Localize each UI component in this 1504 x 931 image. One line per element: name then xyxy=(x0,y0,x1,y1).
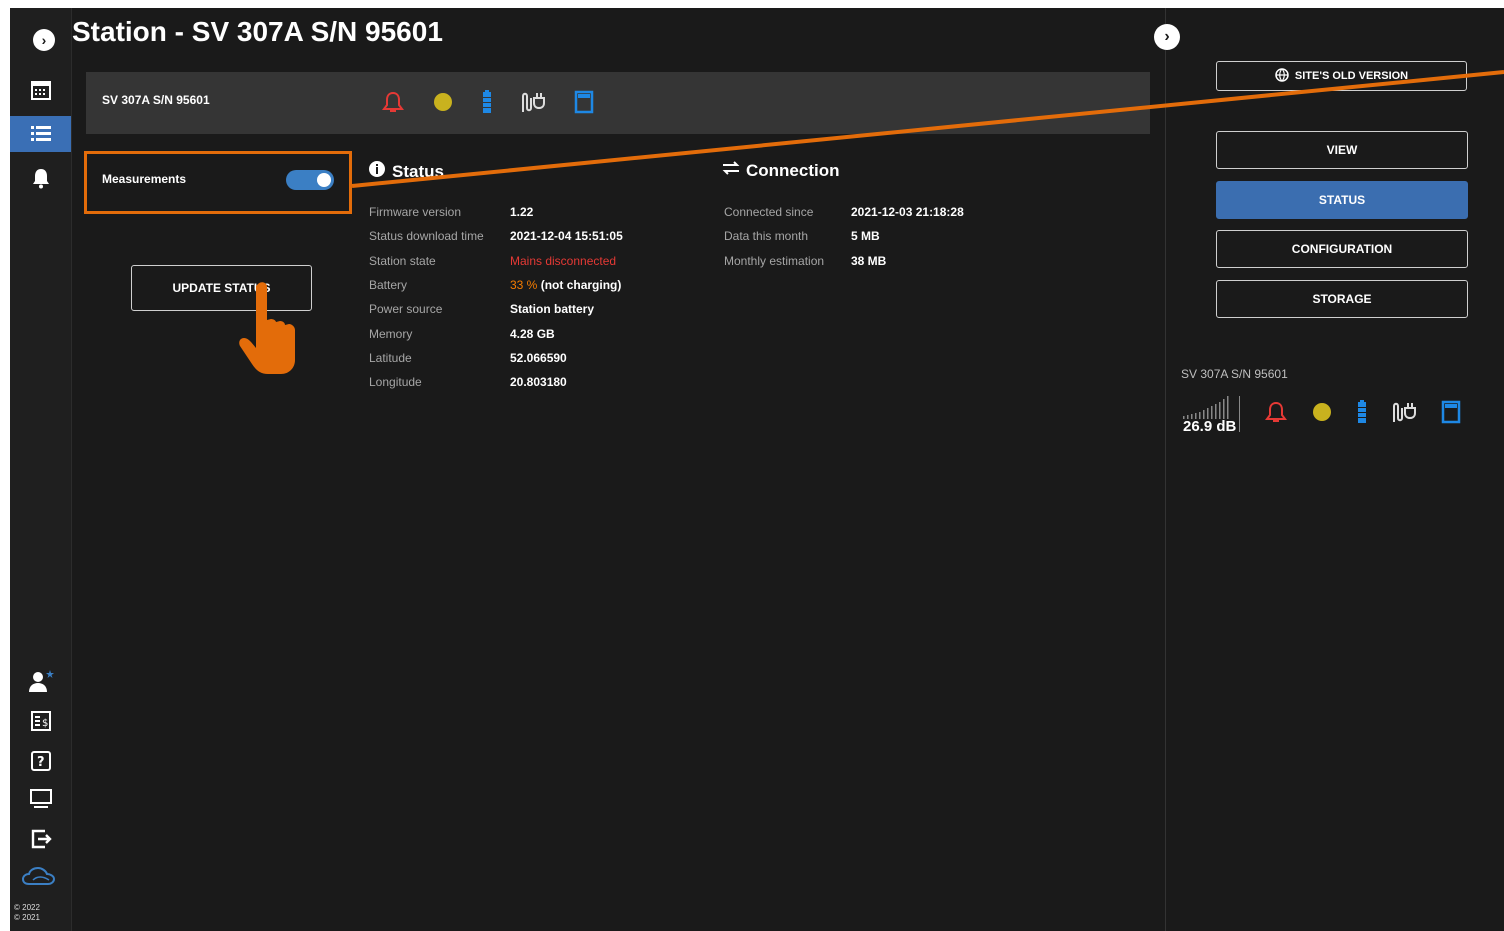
status-key: Latitude xyxy=(369,350,412,365)
battery-percent: 33 % xyxy=(510,278,538,293)
globe-icon xyxy=(1275,67,1289,85)
status-value: 4.28 GB xyxy=(510,326,555,341)
configuration-button[interactable]: CONFIGURATION xyxy=(1216,230,1468,268)
status-row: Station state Mains disconnected xyxy=(369,249,689,273)
station-name: SV 307A S/N 95601 xyxy=(102,93,210,107)
storage-button[interactable]: STORAGE xyxy=(1216,280,1468,318)
status-row: Battery 33 % (not charging) xyxy=(369,273,689,297)
connection-row: Monthly estimation 38 MB xyxy=(724,249,1024,273)
connection-value: 38 MB xyxy=(851,253,887,268)
connection-heading-text: Connection xyxy=(746,160,840,180)
highlight-box xyxy=(84,151,352,214)
status-value: 20.803180 xyxy=(510,375,567,390)
plug-icon xyxy=(520,90,546,119)
view-button[interactable]: VIEW xyxy=(1216,131,1468,169)
plug-icon xyxy=(1391,400,1417,429)
user-icon[interactable] xyxy=(10,664,71,698)
status-heading: Status xyxy=(368,160,444,183)
status-value: Station battery xyxy=(510,302,595,317)
status-value: 2021-12-04 15:51:05 xyxy=(510,229,623,244)
monitor-icon[interactable] xyxy=(10,782,71,816)
status-key: Firmware version xyxy=(369,205,462,220)
signal-value: 26.9 dB xyxy=(1183,418,1237,435)
connection-row: Connected since 2021-12-03 21:18:28 xyxy=(724,200,1024,224)
side-status-icons: 26.9 dB xyxy=(1181,394,1461,435)
site-old-version-button[interactable]: SITE'S OLD VERSION xyxy=(1216,61,1467,91)
battery-icon xyxy=(482,90,492,119)
cloud-logo-icon xyxy=(10,860,71,894)
copyright-line-2: © 2021 xyxy=(14,913,40,922)
status-row: Status download time 2021-12-04 15:51:05 xyxy=(369,224,689,248)
site-old-version-label: SITE'S OLD VERSION xyxy=(1294,70,1409,82)
status-key: Memory xyxy=(369,326,413,341)
connection-key: Monthly estimation xyxy=(724,253,825,268)
swap-arrows-icon xyxy=(722,160,740,181)
battery-charge-state: (not charging) xyxy=(540,278,622,293)
status-heading-text: Status xyxy=(392,161,444,181)
status-row: Latitude 52.066590 xyxy=(369,346,689,370)
connection-value: 2021-12-03 21:18:28 xyxy=(851,205,964,220)
status-value: 1.22 xyxy=(510,205,534,220)
connection-key: Data this month xyxy=(724,229,809,244)
bell-alarm-icon xyxy=(1265,400,1287,429)
status-row: Longitude 20.803180 xyxy=(369,370,689,394)
expand-left-icon[interactable]: › xyxy=(33,29,55,51)
page-title: Station - SV 307A S/N 95601 xyxy=(72,16,443,47)
station-status-icons xyxy=(382,90,594,119)
status-row: Power source Station battery xyxy=(369,297,689,321)
calendar-icon[interactable] xyxy=(10,72,71,108)
status-key: Battery xyxy=(369,278,408,293)
connection-heading: Connection xyxy=(722,160,840,181)
info-icon xyxy=(368,160,386,183)
logout-icon[interactable] xyxy=(10,822,71,856)
sd-card-icon xyxy=(574,90,594,119)
connection-table: Connected since 2021-12-03 21:18:28 Data … xyxy=(724,200,1024,273)
status-row: Firmware version 1.22 xyxy=(369,200,689,224)
connection-value: 5 MB xyxy=(851,229,880,244)
side-station-name: SV 307A S/N 95601 xyxy=(1181,367,1288,381)
pointer-hand-icon xyxy=(238,280,308,389)
collapse-right-icon[interactable]: › xyxy=(1154,24,1180,50)
status-key: Longitude xyxy=(369,375,422,390)
battery-value: 33 % (not charging) xyxy=(510,278,621,292)
bell-icon[interactable] xyxy=(10,160,71,196)
status-table: Firmware version 1.22 Status download tim… xyxy=(369,200,689,394)
station-bar: SV 307A S/N 95601 xyxy=(86,72,1150,134)
status-value: 52.066590 xyxy=(510,350,567,365)
connection-key: Connected since xyxy=(724,205,814,220)
signal-strength: 26.9 dB xyxy=(1181,394,1241,435)
help-icon[interactable]: ? xyxy=(10,744,71,778)
svg-text:?: ? xyxy=(37,755,45,770)
svg-text:$: $ xyxy=(42,718,48,729)
status-dot-icon xyxy=(1311,401,1333,428)
bell-alarm-icon xyxy=(382,90,404,119)
battery-icon xyxy=(1357,399,1367,429)
status-key: Status download time xyxy=(369,229,484,244)
connection-row: Data this month 5 MB xyxy=(724,224,1024,248)
status-row: Memory 4.28 GB xyxy=(369,321,689,345)
copyright: © 2022 © 2021 xyxy=(14,903,40,923)
copyright-line-1: © 2022 xyxy=(14,903,40,912)
status-value: Mains disconnected xyxy=(510,253,617,268)
sd-card-icon xyxy=(1441,400,1461,429)
list-icon[interactable] xyxy=(10,116,71,152)
status-button[interactable]: STATUS xyxy=(1216,181,1468,219)
status-key: Power source xyxy=(369,302,443,317)
invoice-icon[interactable]: $ xyxy=(10,704,71,738)
status-dot-icon xyxy=(432,91,454,118)
status-key: Station state xyxy=(369,253,436,268)
